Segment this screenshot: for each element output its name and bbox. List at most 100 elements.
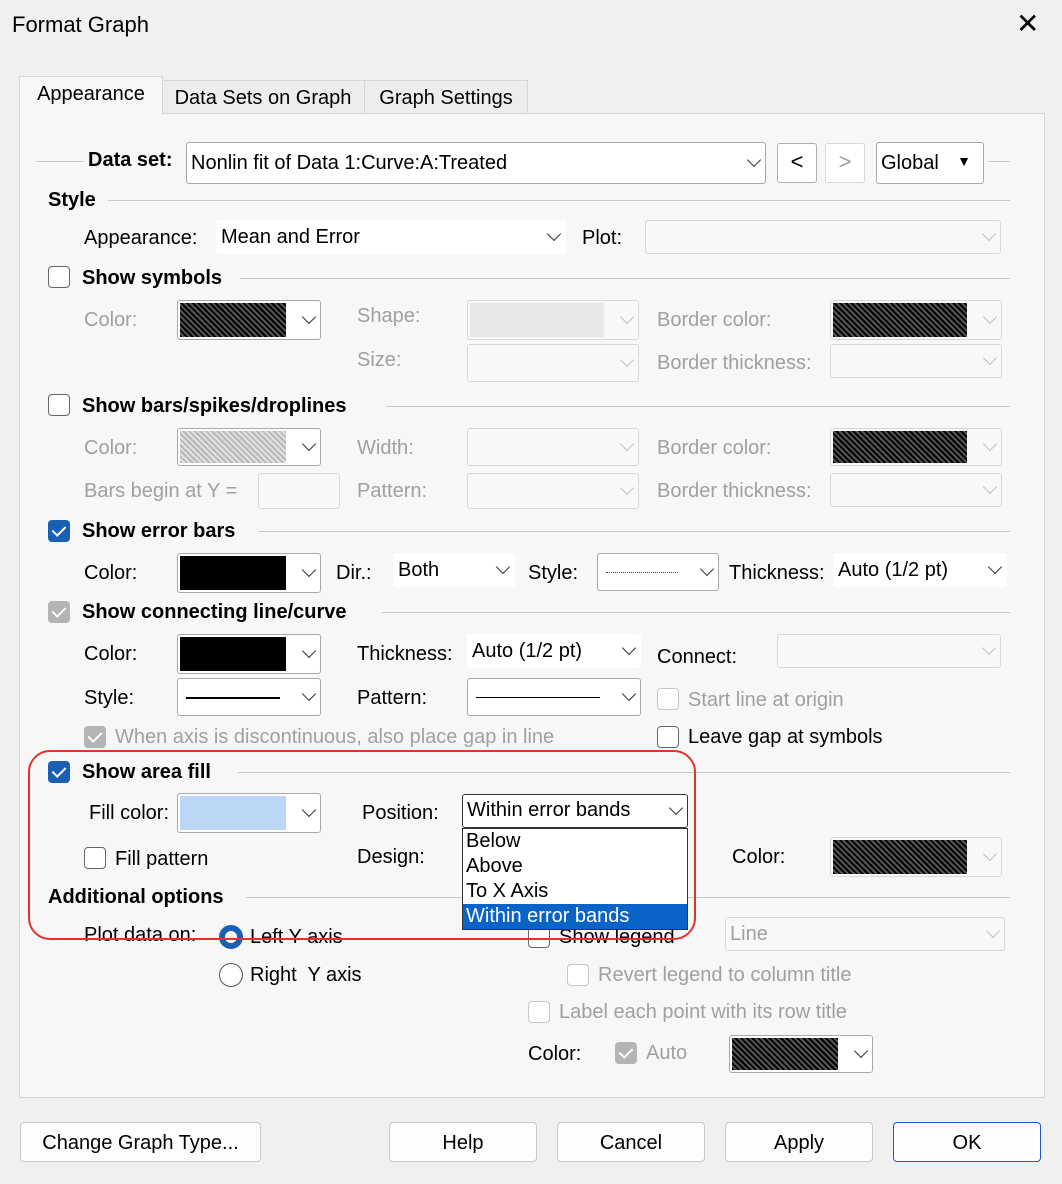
divider	[386, 406, 1010, 407]
label-color-label: Color:	[528, 1043, 582, 1065]
annotation-highlight	[28, 750, 696, 940]
gap-discontinuous-checkbox[interactable]	[84, 726, 106, 748]
legend-select[interactable]: Line	[725, 917, 1005, 951]
connect-label: Connect:	[657, 646, 738, 668]
divider	[382, 612, 1010, 613]
line-thickness-label: Thickness:	[357, 643, 453, 665]
label-each-point-checkbox[interactable]	[528, 1001, 550, 1023]
divider	[258, 531, 1010, 532]
shape-swatch	[470, 303, 604, 337]
revert-legend-checkbox[interactable]	[567, 964, 589, 986]
scope-value: Global	[881, 152, 939, 174]
cancel-button[interactable]: Cancel	[557, 1122, 705, 1162]
chevron-down-icon	[982, 479, 998, 495]
fill-pattern-color-label: Color:	[732, 846, 786, 868]
color-swatch	[180, 303, 286, 337]
error-thickness-select[interactable]: Auto (1/2 pt)	[833, 553, 1007, 587]
apply-button[interactable]: Apply	[725, 1122, 873, 1162]
chevron-down-icon	[699, 561, 715, 577]
dataset-select[interactable]: Nonlin fit of Data 1:Curve:A:Treated	[186, 142, 766, 184]
show-bars-checkbox[interactable]	[48, 394, 70, 416]
bars-color-select[interactable]	[177, 428, 321, 466]
window-title: Format Graph	[12, 12, 149, 37]
chevron-down-icon	[853, 1043, 869, 1059]
symbols-border-thickness-select[interactable]	[830, 344, 1002, 378]
chevron-down-icon	[619, 480, 635, 496]
symbols-color-label: Color:	[84, 309, 138, 331]
color-swatch	[732, 1038, 838, 1070]
line-color-label: Color:	[84, 643, 138, 665]
auto-color-label: Auto	[646, 1042, 688, 1064]
plot-select[interactable]	[645, 220, 1001, 254]
help-button[interactable]: Help	[389, 1122, 537, 1162]
dir-label: Dir.:	[336, 562, 372, 584]
line-style-select[interactable]	[177, 678, 321, 716]
error-thickness-value: Auto (1/2 pt)	[838, 559, 949, 581]
show-symbols-label: Show symbols	[82, 267, 223, 289]
close-icon[interactable]: ✕	[1016, 10, 1039, 38]
divider	[988, 161, 1010, 162]
line-thickness-select[interactable]: Auto (1/2 pt)	[467, 634, 641, 668]
show-bars-label: Show bars/spikes/droplines	[82, 395, 347, 417]
chevron-down-icon	[982, 309, 998, 325]
appearance-value: Mean and Error	[221, 226, 360, 248]
chevron-down-icon	[621, 686, 637, 702]
auto-color-checkbox[interactable]	[615, 1042, 637, 1064]
size-select[interactable]	[467, 344, 639, 382]
prev-dataset-button[interactable]: <	[777, 143, 817, 183]
width-label: Width:	[357, 437, 414, 459]
next-dataset-button[interactable]: >	[825, 143, 865, 183]
chevron-down-icon	[621, 640, 637, 656]
bars-border-color-select[interactable]	[830, 428, 1002, 466]
color-swatch	[180, 637, 286, 671]
tab-graph-settings[interactable]: Graph Settings	[364, 80, 528, 115]
right-y-axis-radio[interactable]	[219, 963, 243, 987]
label-each-point-label: Label each point with its row title	[559, 1001, 847, 1023]
chevron-down-icon	[301, 643, 317, 659]
appearance-select[interactable]: Mean and Error	[216, 220, 566, 254]
right-y-axis-label: Right Y axis	[250, 964, 362, 986]
connect-select[interactable]	[777, 634, 1001, 668]
line-color-select[interactable]	[177, 634, 321, 674]
dir-value: Both	[398, 559, 440, 581]
line-style-label: Style:	[84, 687, 135, 709]
dir-select[interactable]: Both	[393, 553, 515, 587]
color-swatch	[180, 431, 286, 463]
error-thickness-label: Thickness:	[729, 562, 825, 584]
bars-pattern-select[interactable]	[467, 473, 639, 509]
tab-data-sets-on-graph[interactable]: Data Sets on Graph	[161, 80, 365, 115]
shape-select[interactable]	[467, 300, 639, 340]
bars-begin-label: Bars begin at Y =	[84, 480, 238, 502]
change-graph-type-button[interactable]: Change Graph Type...	[20, 1122, 261, 1162]
chevron-down-icon	[301, 436, 317, 452]
ok-button[interactable]: OK	[893, 1122, 1041, 1162]
start-line-origin-label: Start line at origin	[688, 689, 844, 711]
error-color-label: Color:	[84, 562, 138, 584]
start-line-origin-checkbox[interactable]	[657, 688, 679, 710]
leave-gap-checkbox[interactable]	[657, 726, 679, 748]
symbols-border-color-label: Border color:	[657, 309, 772, 331]
show-connecting-line-checkbox[interactable]	[48, 601, 70, 623]
fill-pattern-color-select[interactable]	[830, 837, 1002, 877]
bars-border-thickness-select[interactable]	[830, 473, 1002, 507]
label-color-select[interactable]	[729, 1035, 873, 1073]
show-error-bars-checkbox[interactable]	[48, 520, 70, 542]
bars-begin-input[interactable]	[258, 473, 340, 509]
error-style-select[interactable]	[597, 553, 719, 591]
line-pattern-select[interactable]	[467, 678, 641, 716]
symbols-border-color-select[interactable]	[830, 300, 1002, 340]
symbols-border-thickness-label: Border thickness:	[657, 352, 812, 374]
show-symbols-checkbox[interactable]	[48, 266, 70, 288]
revert-legend-label: Revert legend to column title	[598, 964, 852, 986]
width-select[interactable]	[467, 428, 639, 466]
style-heading: Style	[48, 189, 96, 211]
chevron-down-icon	[301, 309, 317, 325]
chevron-down-icon	[981, 226, 997, 242]
chevron-down-icon	[619, 436, 635, 452]
symbols-color-select[interactable]	[177, 300, 321, 340]
scope-select[interactable]: Global ▼	[876, 142, 984, 184]
chevron-down-icon	[982, 846, 998, 862]
error-color-select[interactable]	[177, 553, 321, 593]
tab-appearance[interactable]: Appearance	[19, 76, 163, 115]
show-error-bars-label: Show error bars	[82, 520, 236, 542]
